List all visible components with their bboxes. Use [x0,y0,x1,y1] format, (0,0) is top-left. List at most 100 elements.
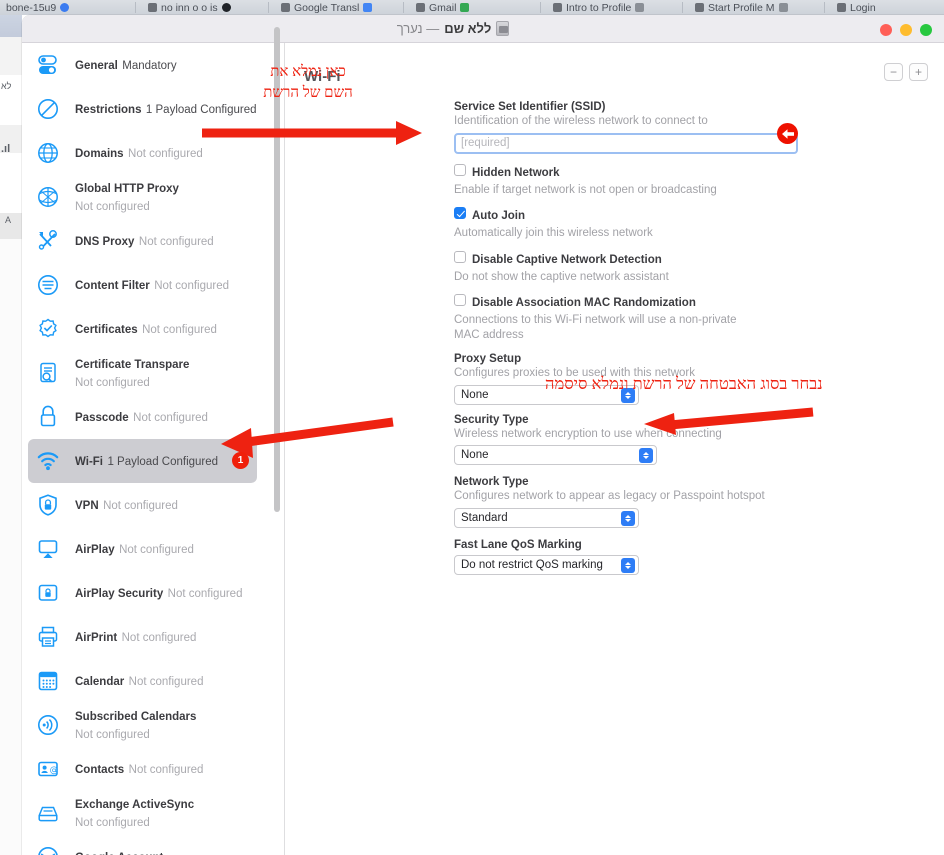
disable-mac-randomization-checkbox[interactable] [454,294,466,306]
security-type-select[interactable]: None [454,445,657,465]
background-tab[interactable]: Start Profile M [689,0,819,15]
proxy-setup-help: Configures proxies to be used with this … [454,367,695,379]
sidebar-item-airprint[interactable]: AirPrint Not configured [28,615,257,659]
hidden-network-label: Hidden Network [472,166,560,179]
sidebar-item-global-http-proxy[interactable]: Global HTTP Proxy Not configured [28,175,257,219]
proxy-setup-label: Proxy Setup [454,353,522,365]
background-tab[interactable]: Intro to Profile [547,0,677,15]
sidebar-item-label: Certificates [75,324,138,336]
sidebar-scrollbar[interactable] [274,27,280,512]
sidebar-item-restrictions[interactable]: Restrictions 1 Payload Configured [28,87,257,131]
remove-payload-button[interactable]: − [884,63,903,81]
sidebar-item-status: Not configured [167,588,243,600]
sidebar-item-airplay-security[interactable]: AirPlay Security Not configured [28,571,257,615]
broadcast-icon [36,711,64,739]
sidebar-item-exchange-activesync[interactable]: Exchange ActiveSync Not configured [28,791,257,835]
background-tab-label: Login [850,1,876,14]
fast-lane-select[interactable]: Do not restrict QoS marking [454,554,639,575]
sidebar-item-passcode[interactable]: Passcode Not configured [28,395,257,439]
background-left-sliver: לא .ıl A [0,15,22,855]
wifi-form: Service Set Identifier (SSID) Identifica… [454,101,924,575]
sidebar-item-label: DNS Proxy [75,236,135,248]
field-fast-lane-qos-marking: Fast Lane QoS Marking Do not restrict Qo… [454,539,924,575]
sidebar-item-text: Certificates Not configured [75,320,217,338]
filter-lines-icon [36,271,64,299]
sidebar-item-label: AirPrint [75,632,118,644]
sidebar-item-calendar[interactable]: Calendar Not configured [28,659,257,703]
favicon-icon [416,3,425,12]
hidden-network-help: Enable if target network is not open or … [454,183,717,196]
zoom-button[interactable] [920,24,932,36]
security-type-value: None [461,449,489,461]
tab-separator [682,2,683,13]
chevron-updown-icon[interactable] [621,510,635,526]
background-tab[interactable]: Login [831,0,941,15]
background-tab[interactable]: Google Transl [275,0,400,15]
add-payload-button[interactable]: + [909,63,928,81]
globe-icon [36,139,64,167]
sidebar-item-content-filter[interactable]: Content Filter Not configured [28,263,257,307]
close-button[interactable] [880,24,892,36]
chevron-updown-icon[interactable] [621,387,635,403]
sidebar-item-status: Not configured [75,377,150,389]
favicon-icon [148,3,157,12]
sidebar-item-text: AirPlay Security Not configured [75,584,242,602]
tab-separator [824,2,825,13]
sidebar-item-domains[interactable]: Domains Not configured [28,131,257,175]
background-tab[interactable]: no inn o o is [142,0,262,15]
payload-sidebar[interactable]: General Mandatory Restrictions 1 Payload… [22,43,263,855]
chevron-updown-icon[interactable] [639,448,653,463]
sidebar-item-text: Calendar Not configured [75,672,203,690]
hidden-network-text: Hidden Network [472,163,560,181]
sidebar-item-label: Restrictions [75,104,142,116]
tab-separator [540,2,541,13]
inbox-icon [36,799,64,827]
minimize-button[interactable] [900,24,912,36]
field-disable-captive-network-detection[interactable]: Disable Captive Network Detection [454,250,924,268]
wifi-payload-panel: Wi-Fi − + Service Set Identifier (SSID) … [285,43,944,855]
proxy-setup-select[interactable]: None [454,384,639,405]
disable-captive-checkbox[interactable] [454,250,466,263]
background-browser-tabstrip: bone-15u9 no inn o o is Google Transl Gm… [0,0,944,15]
window-titlebar[interactable]: ללא שם — נערך [22,15,944,43]
hidden-network-checkbox[interactable] [454,163,466,176]
sidebar-item-general[interactable]: General Mandatory [28,43,257,87]
ssid-input[interactable]: [required] [454,132,798,154]
certificate-seal-icon [36,315,64,343]
sidebar-item-vpn[interactable]: VPN Not configured [28,483,257,527]
sidebar-item-text: Restrictions 1 Payload Configured [75,100,257,118]
sidebar-item-certificate-transparency[interactable]: Certificate Transpare Not configured [28,351,257,395]
sidebar-item-text: Content Filter Not configured [75,276,229,294]
sidebar-item-label: General [75,60,118,72]
field-auto-join[interactable]: Auto Join [454,206,924,224]
sidebar-item-dns-proxy[interactable]: DNS Proxy Not configured [28,219,257,263]
background-tab[interactable]: bone-15u9 [0,0,130,15]
payload-list: General Mandatory Restrictions 1 Payload… [22,43,263,855]
network-type-select[interactable]: Standard [454,507,639,528]
sidebar-item-subscribed-calendars[interactable]: Subscribed Calendars Not configured [28,703,257,747]
sidebar-item-certificates[interactable]: Certificates Not configured [28,307,257,351]
sidebar-item-status: Not configured [128,764,204,776]
background-tab-label: bone-15u9 [6,1,57,14]
sidebar-item-airplay[interactable]: AirPlay Not configured [28,527,257,571]
sidebar-item-wi-fi[interactable]: Wi-Fi 1 Payload Configured 1 [28,439,257,483]
favicon-icon [60,3,70,12]
sidebar-item-google-account[interactable]: Google Account [28,835,257,855]
sidebar-item-status: Not configured [75,817,150,829]
tools-icon [36,227,64,255]
disable-mac-randomization-text: Disable Association MAC Randomization [472,293,696,311]
calendar-icon [36,667,64,695]
auto-join-label: Auto Join [472,210,526,222]
contact-card-icon: @ [36,755,64,783]
auto-join-checkbox[interactable] [454,207,466,219]
sidebar-item-contacts[interactable]: @ Contacts Not configured [28,747,257,791]
wifi-icon [36,447,64,475]
background-tab[interactable]: Gmail [410,0,535,15]
security-type-help: Wireless network encryption to use when … [454,427,722,440]
sidebar-item-text: VPN Not configured [75,496,178,514]
chevron-updown-icon[interactable] [621,557,635,573]
field-hidden-network[interactable]: Hidden Network [454,163,924,181]
field-disable-mac-randomization[interactable]: Disable Association MAC Randomization [454,293,924,311]
sidebar-item-status: Not configured [121,632,197,644]
favicon-icon [363,3,373,12]
